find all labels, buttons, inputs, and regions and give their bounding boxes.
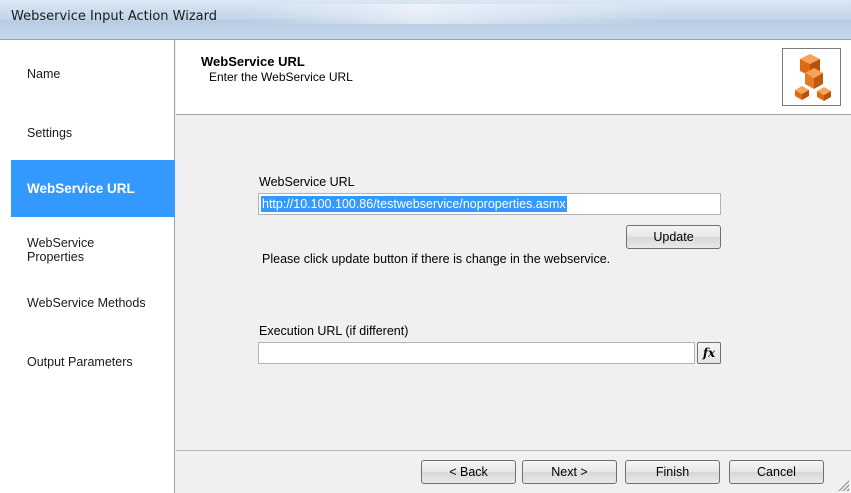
back-button[interactable]: < Back xyxy=(421,460,516,484)
execution-url-input[interactable] xyxy=(258,342,695,364)
nav-item-name[interactable]: Name xyxy=(11,54,175,94)
title-bar-glass xyxy=(250,4,670,24)
cancel-button[interactable]: Cancel xyxy=(729,460,824,484)
nav-item-label: Name xyxy=(27,67,61,81)
step-title: WebService URL xyxy=(201,54,305,69)
nav-item-webservice-properties[interactable]: WebService Properties xyxy=(11,230,175,270)
nav-item-label: WebService Properties xyxy=(27,236,95,264)
next-button[interactable]: Next > xyxy=(522,460,617,484)
execution-url-label: Execution URL (if different) xyxy=(259,324,409,338)
webservice-url-label: WebService URL xyxy=(259,175,355,189)
nav-item-label: WebService Methods xyxy=(27,296,146,310)
resize-grip[interactable] xyxy=(837,479,849,491)
nav-item-settings[interactable]: Settings xyxy=(11,113,175,153)
nav-item-webservice-methods[interactable]: WebService Methods xyxy=(11,283,175,323)
window-title-bar[interactable]: Webservice Input Action Wizard xyxy=(0,0,851,40)
step-subtitle: Enter the WebService URL xyxy=(209,70,353,84)
nav-item-label: Output Parameters xyxy=(27,355,133,369)
cubes-icon xyxy=(795,54,831,101)
function-icon: fx xyxy=(702,346,716,360)
footer-divider xyxy=(176,450,851,451)
webservice-url-input[interactable]: http://10.100.100.86/testwebservice/nopr… xyxy=(258,193,721,215)
step-header: WebService URL Enter the WebService URL xyxy=(176,40,851,115)
window-title: Webservice Input Action Wizard xyxy=(11,9,218,24)
webservice-url-value: http://10.100.100.86/testwebservice/nopr… xyxy=(261,196,567,212)
wizard-steps-nav: Name Settings WebService URL WebService … xyxy=(11,40,175,493)
nav-item-webservice-url[interactable]: WebService URL xyxy=(11,160,175,217)
wizard-logo xyxy=(782,48,841,106)
update-hint-text: Please click update button if there is c… xyxy=(262,252,611,266)
update-button[interactable]: Update xyxy=(626,225,721,249)
finish-button[interactable]: Finish xyxy=(625,460,720,484)
nav-item-label: Settings xyxy=(27,126,73,140)
nav-item-output-parameters[interactable]: Output Parameters xyxy=(11,342,175,382)
function-button[interactable]: fx xyxy=(697,342,721,364)
nav-item-label: WebService URL xyxy=(27,181,135,196)
